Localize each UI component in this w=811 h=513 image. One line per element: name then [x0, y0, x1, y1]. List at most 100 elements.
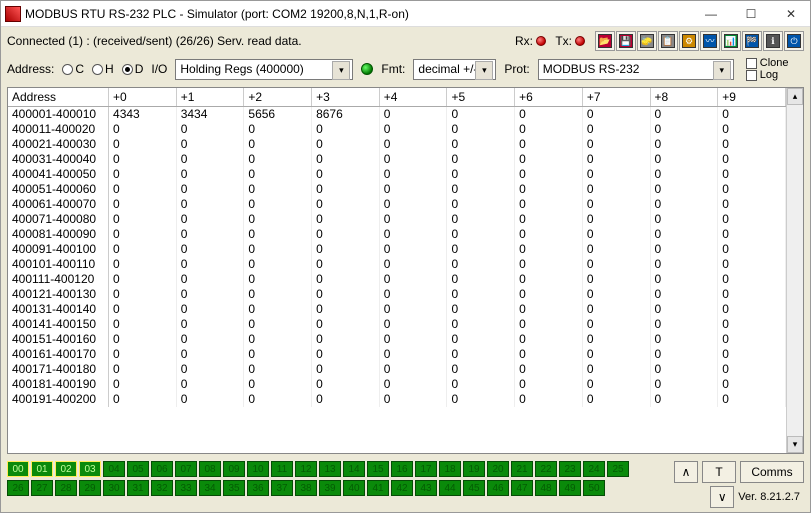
addr-cell[interactable]: 400181-400190 [8, 377, 109, 392]
node-19[interactable]: 19 [463, 461, 485, 477]
value-cell[interactable]: 0 [718, 182, 786, 197]
col-header[interactable]: +4 [379, 88, 447, 107]
value-cell[interactable]: 0 [582, 197, 650, 212]
node-38[interactable]: 38 [295, 480, 317, 496]
node-42[interactable]: 42 [391, 480, 413, 496]
scroll-track[interactable] [787, 105, 803, 436]
node-29[interactable]: 29 [79, 480, 101, 496]
value-cell[interactable]: 0 [447, 197, 515, 212]
value-cell[interactable]: 0 [312, 182, 380, 197]
value-cell[interactable]: 0 [582, 107, 650, 122]
value-cell[interactable]: 0 [244, 392, 312, 407]
value-cell[interactable]: 0 [447, 272, 515, 287]
value-cell[interactable]: 0 [515, 272, 583, 287]
value-cell[interactable]: 0 [515, 392, 583, 407]
value-cell[interactable]: 0 [515, 302, 583, 317]
value-cell[interactable]: 0 [718, 122, 786, 137]
node-04[interactable]: 04 [103, 461, 125, 477]
value-cell[interactable]: 0 [515, 257, 583, 272]
value-cell[interactable]: 0 [379, 287, 447, 302]
value-cell[interactable]: 0 [312, 317, 380, 332]
node-47[interactable]: 47 [511, 480, 533, 496]
addr-cell[interactable]: 400061-400070 [8, 197, 109, 212]
value-cell[interactable]: 0 [718, 272, 786, 287]
value-cell[interactable]: 0 [244, 362, 312, 377]
value-cell[interactable]: 0 [312, 392, 380, 407]
value-cell[interactable]: 0 [582, 377, 650, 392]
addr-cell[interactable]: 400171-400180 [8, 362, 109, 377]
value-cell[interactable]: 0 [447, 137, 515, 152]
value-cell[interactable]: 0 [244, 287, 312, 302]
value-cell[interactable]: 0 [718, 107, 786, 122]
value-cell[interactable]: 0 [718, 317, 786, 332]
value-cell[interactable]: 0 [176, 197, 244, 212]
value-cell[interactable]: 0 [379, 152, 447, 167]
addr-cell[interactable]: 400111-400120 [8, 272, 109, 287]
value-cell[interactable]: 0 [650, 347, 718, 362]
scroll-up-button[interactable]: ▴ [787, 88, 803, 105]
about-button[interactable]: ℹ [763, 31, 783, 51]
value-cell[interactable]: 0 [312, 377, 380, 392]
node-37[interactable]: 37 [271, 480, 293, 496]
value-cell[interactable]: 0 [650, 272, 718, 287]
value-cell[interactable]: 0 [582, 182, 650, 197]
value-cell[interactable]: 0 [244, 272, 312, 287]
value-cell[interactable]: 0 [244, 152, 312, 167]
value-cell[interactable]: 0 [379, 377, 447, 392]
value-cell[interactable]: 0 [109, 392, 177, 407]
value-cell[interactable]: 0 [312, 302, 380, 317]
page-up-button[interactable]: ∧ [674, 461, 698, 483]
value-cell[interactable]: 0 [447, 347, 515, 362]
value-cell[interactable]: 0 [650, 137, 718, 152]
addr-cell[interactable]: 400091-400100 [8, 242, 109, 257]
comms-button[interactable]: Comms [740, 461, 804, 483]
col-header[interactable]: +8 [650, 88, 718, 107]
value-cell[interactable]: 0 [582, 302, 650, 317]
value-cell[interactable]: 0 [582, 242, 650, 257]
value-cell[interactable]: 0 [312, 122, 380, 137]
address-radio-d[interactable]: D [122, 62, 144, 76]
addr-cell[interactable]: 400191-400200 [8, 392, 109, 407]
col-header[interactable]: Address [8, 88, 109, 107]
value-cell[interactable]: 0 [109, 182, 177, 197]
save-button[interactable]: 💾 [616, 31, 636, 51]
node-31[interactable]: 31 [127, 480, 149, 496]
value-cell[interactable]: 0 [379, 302, 447, 317]
value-cell[interactable]: 0 [447, 377, 515, 392]
value-cell[interactable]: 0 [447, 152, 515, 167]
node-18[interactable]: 18 [439, 461, 461, 477]
value-cell[interactable]: 0 [718, 257, 786, 272]
node-43[interactable]: 43 [415, 480, 437, 496]
value-cell[interactable]: 0 [650, 362, 718, 377]
open-button[interactable]: 📂 [595, 31, 615, 51]
value-cell[interactable]: 0 [650, 332, 718, 347]
node-22[interactable]: 22 [535, 461, 557, 477]
value-cell[interactable]: 0 [515, 227, 583, 242]
value-cell[interactable]: 0 [312, 152, 380, 167]
value-cell[interactable]: 0 [447, 257, 515, 272]
node-15[interactable]: 15 [367, 461, 389, 477]
format-select[interactable]: decimal +/- [413, 59, 496, 80]
addr-cell[interactable]: 400101-400110 [8, 257, 109, 272]
value-cell[interactable]: 0 [379, 242, 447, 257]
node-09[interactable]: 09 [223, 461, 245, 477]
maximize-button[interactable]: ☐ [740, 5, 762, 23]
value-cell[interactable]: 0 [244, 317, 312, 332]
value-cell[interactable]: 0 [582, 227, 650, 242]
chart-button[interactable]: 📊 [721, 31, 741, 51]
value-cell[interactable]: 0 [312, 197, 380, 212]
node-45[interactable]: 45 [463, 480, 485, 496]
addr-cell[interactable]: 400071-400080 [8, 212, 109, 227]
value-cell[interactable]: 0 [718, 302, 786, 317]
close-button[interactable]: ✕ [780, 5, 802, 23]
value-cell[interactable]: 4343 [109, 107, 177, 122]
value-cell[interactable]: 0 [379, 362, 447, 377]
value-cell[interactable]: 0 [109, 287, 177, 302]
value-cell[interactable]: 0 [176, 257, 244, 272]
value-cell[interactable]: 0 [718, 377, 786, 392]
value-cell[interactable]: 0 [244, 227, 312, 242]
node-49[interactable]: 49 [559, 480, 581, 496]
value-cell[interactable]: 0 [379, 257, 447, 272]
col-header[interactable]: +7 [582, 88, 650, 107]
value-cell[interactable]: 0 [582, 167, 650, 182]
